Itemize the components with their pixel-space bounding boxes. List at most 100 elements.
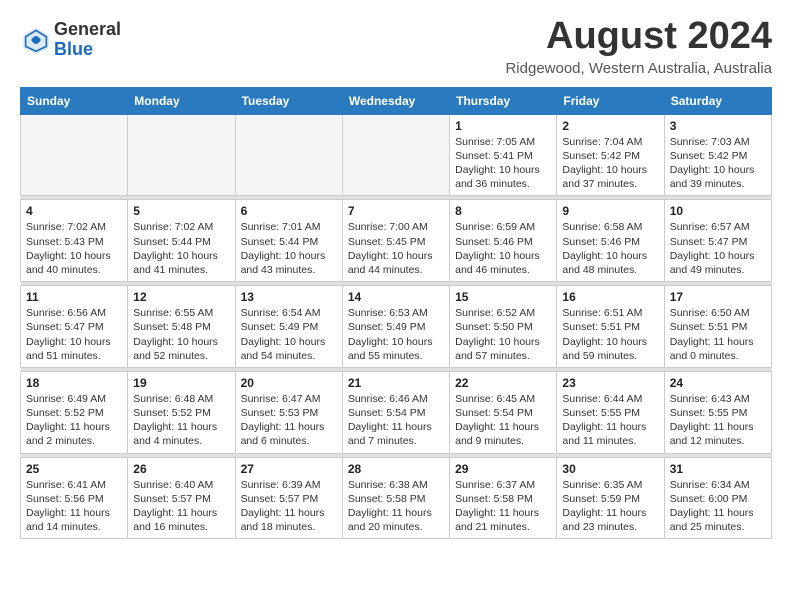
calendar-cell [342, 114, 449, 196]
week-row-4: 18 Sunrise: 6:49 AM Sunset: 5:52 PM Dayli… [21, 371, 772, 453]
day-number: 25 [26, 462, 122, 476]
calendar-cell: 27Sunrise: 6:39 AM Sunset: 5:57 PM Dayli… [235, 457, 342, 539]
weekday-header-thursday: Thursday [450, 87, 557, 114]
day-info: Sunrise: 6:58 AM Sunset: 5:46 PM Dayligh… [562, 220, 658, 277]
calendar-cell [235, 114, 342, 196]
day-number: 3 [670, 119, 766, 133]
day-number: 23 [562, 376, 658, 390]
calendar-cell: 6 Sunrise: 7:01 AM Sunset: 5:44 PM Daylig… [235, 200, 342, 282]
weekday-header-monday: Monday [128, 87, 235, 114]
calendar-cell: 5Sunrise: 7:02 AM Sunset: 5:44 PM Daylig… [128, 200, 235, 282]
day-number: 12 [133, 290, 229, 304]
calendar-cell: 28Sunrise: 6:38 AM Sunset: 5:58 PM Dayli… [342, 457, 449, 539]
day-number: 18 [26, 376, 122, 390]
month-title: August 2024 [505, 16, 772, 58]
calendar-cell: 22Sunrise: 6:45 AM Sunset: 5:54 PM Dayli… [450, 371, 557, 453]
day-number: 26 [133, 462, 229, 476]
day-info: Sunrise: 6:51 AM Sunset: 5:51 PM Dayligh… [562, 306, 658, 363]
calendar-cell: 11Sunrise: 6:56 AM Sunset: 5:47 PM Dayli… [21, 286, 128, 368]
week-row-1: 1 Sunrise: 7:05 AM Sunset: 5:41 PM Daylig… [21, 114, 772, 196]
day-info: Sunrise: 6:53 AM Sunset: 5:49 PM Dayligh… [348, 306, 444, 363]
logo-icon [20, 24, 52, 56]
weekday-header-friday: Friday [557, 87, 664, 114]
day-info: Sunrise: 6:52 AM Sunset: 5:50 PM Dayligh… [455, 306, 551, 363]
day-info: Sunrise: 6:55 AM Sunset: 5:48 PM Dayligh… [133, 306, 229, 363]
calendar-table: SundayMondayTuesdayWednesdayThursdayFrid… [20, 87, 772, 539]
day-info: Sunrise: 7:04 AM Sunset: 5:42 PM Dayligh… [562, 135, 658, 192]
calendar-cell: 2 Sunrise: 7:04 AM Sunset: 5:42 PM Daylig… [557, 114, 664, 196]
day-info: Sunrise: 6:45 AM Sunset: 5:54 PM Dayligh… [455, 392, 551, 449]
calendar-cell: 25 Sunrise: 6:41 AM Sunset: 5:56 PM Dayli… [21, 457, 128, 539]
day-number: 30 [562, 462, 658, 476]
day-number: 20 [241, 376, 337, 390]
calendar-cell: 26 Sunrise: 6:40 AM Sunset: 5:57 PM Dayli… [128, 457, 235, 539]
day-number: 6 [241, 204, 337, 218]
day-info: Sunrise: 6:50 AM Sunset: 5:51 PM Dayligh… [670, 306, 766, 363]
day-number: 11 [26, 290, 122, 304]
day-info: Sunrise: 6:49 AM Sunset: 5:52 PM Dayligh… [26, 392, 122, 449]
day-info: Sunrise: 7:02 AM Sunset: 5:43 PM Dayligh… [26, 220, 122, 277]
day-info: Sunrise: 6:47 AM Sunset: 5:53 PM Dayligh… [241, 392, 337, 449]
day-info: Sunrise: 6:46 AM Sunset: 5:54 PM Dayligh… [348, 392, 444, 449]
day-number: 21 [348, 376, 444, 390]
day-info: Sunrise: 6:43 AM Sunset: 5:55 PM Dayligh… [670, 392, 766, 449]
calendar-cell: 21 Sunrise: 6:46 AM Sunset: 5:54 PM Dayli… [342, 371, 449, 453]
weekday-header-wednesday: Wednesday [342, 87, 449, 114]
calendar-cell: 3 Sunrise: 7:03 AM Sunset: 5:42 PM Daylig… [664, 114, 771, 196]
day-info: Sunrise: 6:54 AM Sunset: 5:49 PM Dayligh… [241, 306, 337, 363]
calendar-cell: 19 Sunrise: 6:48 AM Sunset: 5:52 PM Dayli… [128, 371, 235, 453]
week-row-2: 4 Sunrise: 7:02 AM Sunset: 5:43 PM Daylig… [21, 200, 772, 282]
calendar-cell: 23 Sunrise: 6:44 AM Sunset: 5:55 PM Dayli… [557, 371, 664, 453]
day-number: 4 [26, 204, 122, 218]
day-number: 19 [133, 376, 229, 390]
week-row-5: 25 Sunrise: 6:41 AM Sunset: 5:56 PM Dayli… [21, 457, 772, 539]
calendar-cell: 4 Sunrise: 7:02 AM Sunset: 5:43 PM Daylig… [21, 200, 128, 282]
day-info: Sunrise: 6:39 AM Sunset: 5:57 PM Dayligh… [241, 478, 337, 535]
location: Ridgewood, Western Australia, Australia [505, 60, 772, 77]
calendar-cell: 18 Sunrise: 6:49 AM Sunset: 5:52 PM Dayli… [21, 371, 128, 453]
calendar-cell [128, 114, 235, 196]
day-info: Sunrise: 7:05 AM Sunset: 5:41 PM Dayligh… [455, 135, 551, 192]
logo: General Blue [20, 20, 121, 60]
day-number: 31 [670, 462, 766, 476]
day-info: Sunrise: 7:03 AM Sunset: 5:42 PM Dayligh… [670, 135, 766, 192]
logo-text: General Blue [54, 20, 121, 60]
day-info: Sunrise: 6:57 AM Sunset: 5:47 PM Dayligh… [670, 220, 766, 277]
day-info: Sunrise: 6:35 AM Sunset: 5:59 PM Dayligh… [562, 478, 658, 535]
day-number: 14 [348, 290, 444, 304]
day-number: 1 [455, 119, 551, 133]
day-info: Sunrise: 6:40 AM Sunset: 5:57 PM Dayligh… [133, 478, 229, 535]
day-info: Sunrise: 6:41 AM Sunset: 5:56 PM Dayligh… [26, 478, 122, 535]
day-info: Sunrise: 7:01 AM Sunset: 5:44 PM Dayligh… [241, 220, 337, 277]
calendar-cell: 15 Sunrise: 6:52 AM Sunset: 5:50 PM Dayli… [450, 286, 557, 368]
day-number: 15 [455, 290, 551, 304]
day-number: 7 [348, 204, 444, 218]
calendar-cell: 8 Sunrise: 6:59 AM Sunset: 5:46 PM Daylig… [450, 200, 557, 282]
calendar-cell: 7 Sunrise: 7:00 AM Sunset: 5:45 PM Daylig… [342, 200, 449, 282]
weekday-header-row: SundayMondayTuesdayWednesdayThursdayFrid… [21, 87, 772, 114]
calendar-cell: 12 Sunrise: 6:55 AM Sunset: 5:48 PM Dayli… [128, 286, 235, 368]
day-info: Sunrise: 6:38 AM Sunset: 5:58 PM Dayligh… [348, 478, 444, 535]
page-header: General Blue August 2024 Ridgewood, West… [20, 16, 772, 77]
calendar-cell [21, 114, 128, 196]
calendar-cell: 20 Sunrise: 6:47 AM Sunset: 5:53 PM Dayli… [235, 371, 342, 453]
day-info: Sunrise: 6:44 AM Sunset: 5:55 PM Dayligh… [562, 392, 658, 449]
calendar-cell: 1 Sunrise: 7:05 AM Sunset: 5:41 PM Daylig… [450, 114, 557, 196]
day-number: 10 [670, 204, 766, 218]
day-info: Sunrise: 6:34 AM Sunset: 6:00 PM Dayligh… [670, 478, 766, 535]
weekday-header-sunday: Sunday [21, 87, 128, 114]
day-number: 8 [455, 204, 551, 218]
day-number: 5 [133, 204, 229, 218]
calendar-cell: 31 Sunrise: 6:34 AM Sunset: 6:00 PM Dayli… [664, 457, 771, 539]
day-info: Sunrise: 7:00 AM Sunset: 5:45 PM Dayligh… [348, 220, 444, 277]
day-info: Sunrise: 6:37 AM Sunset: 5:58 PM Dayligh… [455, 478, 551, 535]
day-number: 2 [562, 119, 658, 133]
day-info: Sunrise: 6:48 AM Sunset: 5:52 PM Dayligh… [133, 392, 229, 449]
calendar-cell: 16Sunrise: 6:51 AM Sunset: 5:51 PM Dayli… [557, 286, 664, 368]
calendar-cell: 9 Sunrise: 6:58 AM Sunset: 5:46 PM Daylig… [557, 200, 664, 282]
day-number: 29 [455, 462, 551, 476]
day-info: Sunrise: 6:59 AM Sunset: 5:46 PM Dayligh… [455, 220, 551, 277]
calendar-cell: 24Sunrise: 6:43 AM Sunset: 5:55 PM Dayli… [664, 371, 771, 453]
day-number: 17 [670, 290, 766, 304]
day-number: 9 [562, 204, 658, 218]
